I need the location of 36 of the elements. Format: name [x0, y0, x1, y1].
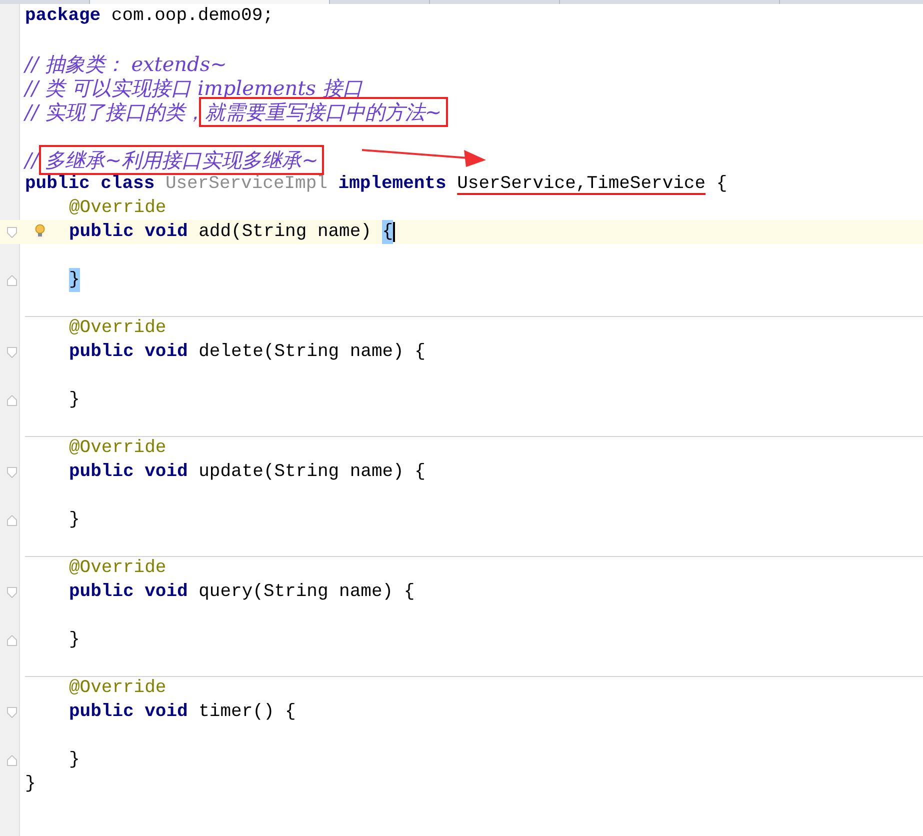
code-token: package	[25, 5, 101, 28]
code-token: }	[69, 509, 80, 532]
highlighted-comment: 就需要重写接口中的方法~	[198, 97, 448, 127]
fold-marker-icon[interactable]	[7, 227, 17, 238]
code-token: public void	[69, 581, 188, 604]
code-token: @Override	[69, 317, 166, 340]
lightbulb-icon[interactable]	[35, 224, 45, 237]
code-token: @Override	[69, 437, 166, 460]
code-token: delete(String name) {	[198, 341, 426, 364]
code-token: update(String name) {	[198, 461, 426, 484]
code-token: com.oop.demo09;	[110, 5, 274, 28]
code-token: timer() {	[198, 701, 296, 724]
code-token: }	[69, 749, 80, 772]
code-token: UserService,TimeService	[457, 173, 706, 196]
code-comment: // 类 可以实现接口 implements 接口	[25, 76, 362, 100]
code-token: {	[382, 220, 394, 244]
code-token: }	[25, 773, 36, 796]
highlighted-comment: 多继承~利用接口实现多继承~	[38, 145, 324, 175]
code-token: public void	[69, 221, 188, 244]
code-token: {	[715, 173, 728, 196]
code-comment: //	[25, 148, 40, 172]
code-comment: // 抽象类： extends~	[25, 52, 227, 76]
code-token: public void	[69, 341, 188, 364]
code-token: @Override	[69, 557, 166, 580]
code-token: }	[69, 629, 80, 652]
code-token: public class	[25, 173, 156, 196]
code-token: public void	[69, 701, 188, 724]
code-token: add(String name)	[198, 221, 372, 244]
code-token: }	[69, 268, 80, 292]
code-token: UserServiceImpl	[165, 173, 328, 196]
code-token: }	[69, 389, 80, 412]
code-token: @Override	[69, 197, 166, 220]
code-token: query(String name) {	[198, 581, 415, 604]
code-token: implements	[337, 173, 448, 196]
code-token: @Override	[69, 677, 166, 700]
code-token: public void	[69, 461, 188, 484]
